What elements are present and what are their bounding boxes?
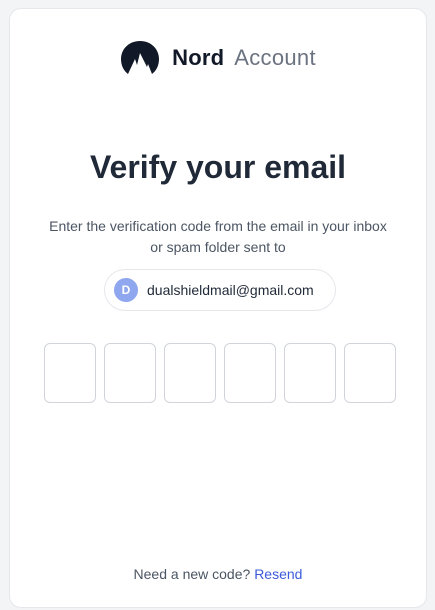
instruction-line-1: Enter the verification code from the ema… <box>49 218 387 234</box>
code-digit-3[interactable] <box>164 343 216 403</box>
resend-footer: Need a new code? Resend <box>10 566 426 582</box>
resend-prompt: Need a new code? <box>133 566 251 582</box>
brand-header: Nord Account <box>10 40 426 76</box>
instruction-text: Enter the verification code from the ema… <box>30 216 406 258</box>
brand-product: Account <box>234 45 316 70</box>
verification-card: Nord Account Verify your email Enter the… <box>9 8 427 608</box>
code-digit-6[interactable] <box>344 343 396 403</box>
resend-link[interactable]: Resend <box>254 566 302 582</box>
email-address: dualshieldmail@gmail.com <box>147 282 314 298</box>
instruction-line-2: or spam folder sent to <box>150 239 286 255</box>
email-chip: D dualshieldmail@gmail.com <box>104 269 336 311</box>
brand-name: Nord <box>172 45 225 70</box>
code-digit-1[interactable] <box>44 343 96 403</box>
nord-mountain-icon <box>121 41 160 74</box>
code-digit-4[interactable] <box>224 343 276 403</box>
code-digit-5[interactable] <box>284 343 336 403</box>
verification-code-inputs <box>44 343 396 403</box>
avatar: D <box>114 278 138 302</box>
page-title: Verify your email <box>89 149 347 185</box>
code-digit-2[interactable] <box>104 343 156 403</box>
